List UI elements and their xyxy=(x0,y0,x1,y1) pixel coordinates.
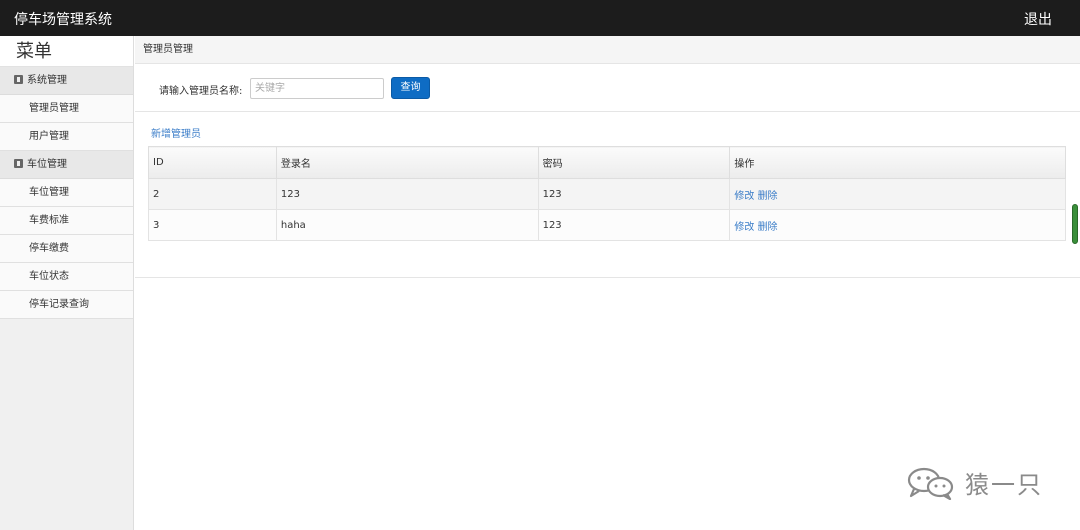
wechat-icon xyxy=(905,466,957,500)
cell-password: 123 xyxy=(537,209,731,241)
delete-link[interactable]: 删除 xyxy=(758,191,778,202)
sidebar-item-parking-records[interactable]: 停车记录查询 xyxy=(0,291,133,319)
cell-actions: 修改 删除 xyxy=(729,209,1066,241)
scrollbar-thumb[interactable] xyxy=(1072,204,1078,244)
sidebar-item-fee-standard[interactable]: 车费标准 xyxy=(0,207,133,235)
top-bar: 停车场管理系统 退出 xyxy=(0,0,1080,36)
sidebar-item-space-status[interactable]: 车位状态 xyxy=(0,263,133,291)
sidebar-group-system[interactable]: 系统管理 xyxy=(0,67,133,95)
sidebar-group-label: 车位管理 xyxy=(27,159,67,170)
table-header-row: ID 登录名 密码 操作 xyxy=(148,146,1066,179)
cell-password: 123 xyxy=(537,178,731,210)
column-header-id: ID xyxy=(148,146,277,179)
cell-id: 3 xyxy=(148,209,277,241)
table-row: 2 123 123 修改 删除 xyxy=(148,178,1066,210)
table-row: 3 haha 123 修改 删除 xyxy=(148,209,1066,241)
app-title: 停车场管理系统 xyxy=(14,12,112,28)
edit-link[interactable]: 修改 xyxy=(734,191,754,202)
edit-link[interactable]: 修改 xyxy=(734,222,754,233)
sidebar-item-user-management[interactable]: 用户管理 xyxy=(0,123,133,151)
search-button[interactable]: 查询 xyxy=(391,77,430,99)
cell-id: 2 xyxy=(148,178,277,210)
search-input[interactable] xyxy=(250,78,384,99)
sidebar-item-space-management[interactable]: 车位管理 xyxy=(0,179,133,207)
search-label: 请输入管理员名称: xyxy=(159,86,243,97)
watermark: 猿一只 xyxy=(905,465,1043,500)
cell-login: 123 xyxy=(275,178,539,210)
sidebar: 菜单 系统管理 管理员管理 用户管理 车位管理 车位管理 车费标准 停车缴费 车… xyxy=(0,36,134,530)
book-icon xyxy=(14,159,23,168)
watermark-text: 猿一只 xyxy=(965,471,1043,499)
menu-title: 菜单 xyxy=(0,36,133,67)
admin-table: ID 登录名 密码 操作 2 123 123 修改 删除 3 haha 123 xyxy=(148,146,1066,241)
breadcrumb: 管理员管理 xyxy=(135,36,1080,64)
delete-link[interactable]: 删除 xyxy=(758,222,778,233)
cell-actions: 修改 删除 xyxy=(729,178,1066,210)
column-header-actions: 操作 xyxy=(729,146,1066,179)
cell-login: haha xyxy=(275,209,539,241)
sidebar-group-label: 系统管理 xyxy=(27,75,67,86)
column-header-login: 登录名 xyxy=(275,146,539,179)
sidebar-item-parking-payment[interactable]: 停车缴费 xyxy=(0,235,133,263)
main-content: 管理员管理 请输入管理员名称: 查询 新增管理员 ID 登录名 密码 操作 2 … xyxy=(135,36,1080,530)
add-admin-link[interactable]: 新增管理员 xyxy=(151,125,201,140)
column-header-password: 密码 xyxy=(537,146,731,179)
search-bar: 请输入管理员名称: 查询 xyxy=(135,65,1080,112)
sidebar-item-admin-management[interactable]: 管理员管理 xyxy=(0,95,133,123)
book-icon xyxy=(14,75,23,84)
sidebar-group-parking[interactable]: 车位管理 xyxy=(0,151,133,179)
logout-button[interactable]: 退出 xyxy=(1024,9,1052,29)
